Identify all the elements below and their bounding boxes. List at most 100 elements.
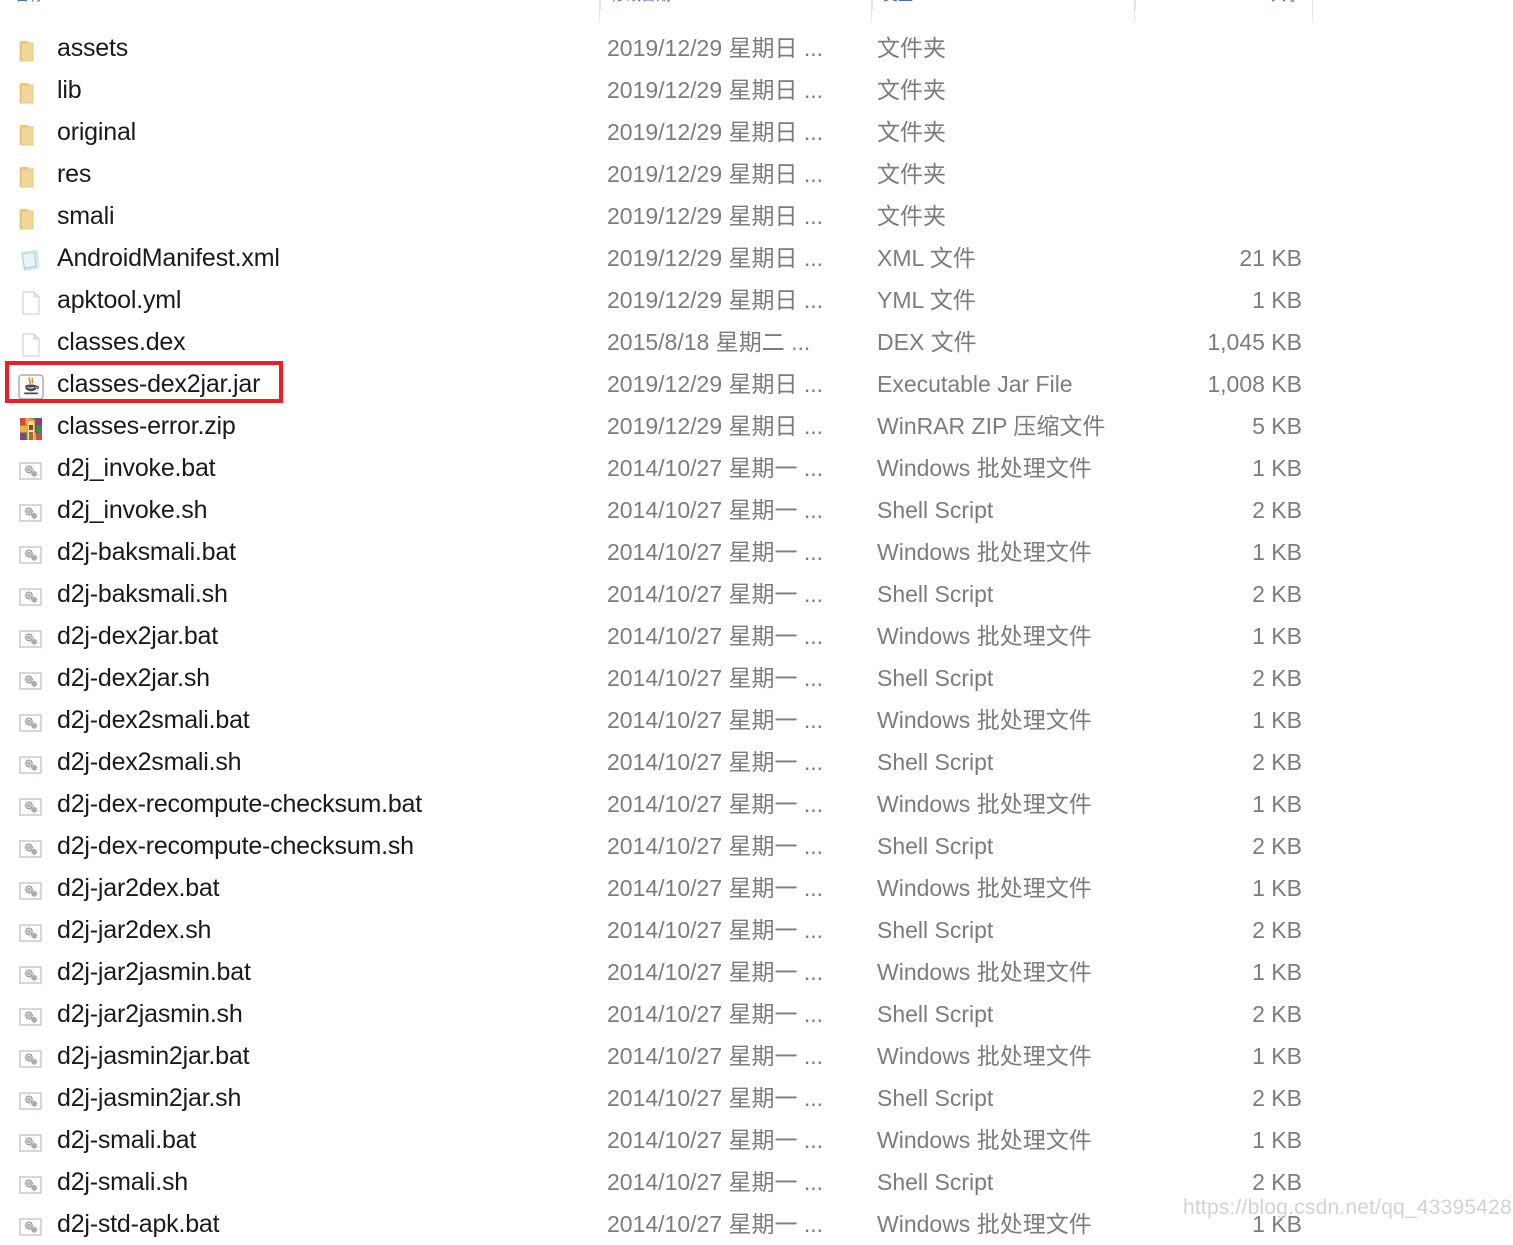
file-type-cell: Shell Script [877, 917, 994, 943]
file-size-cell: 2 KB [1252, 917, 1302, 943]
file-size-cell: 1 KB [1252, 707, 1302, 733]
file-icon-cell [16, 1203, 48, 1245]
file-name-cell[interactable]: classes-dex2jar.jar [57, 363, 592, 405]
file-type-cell: Shell Script [877, 665, 994, 691]
file-row[interactable]: d2j-jasmin2jar.sh 2014/10/27 星期一 ... Shell… [0, 1077, 1513, 1119]
file-name-cell[interactable]: d2j_invoke.sh [57, 489, 592, 531]
file-name-cell[interactable]: d2j-dex-recompute-checksum.bat [57, 783, 592, 825]
file-name-cell[interactable]: d2j-smali.bat [57, 1119, 592, 1161]
file-row[interactable]: d2j-dex2jar.bat 2014/10/27 星期一 ... Windows… [0, 615, 1513, 657]
file-icon-cell [16, 531, 48, 573]
file-row[interactable]: d2j-dex-recompute-checksum.sh 2014/10/27 … [0, 825, 1513, 867]
file-row[interactable]: d2j-baksmali.bat 2014/10/27 星期一 ... Window… [0, 531, 1513, 573]
script-gear-icon [16, 458, 46, 484]
script-gear-icon [16, 1130, 46, 1156]
file-name-cell[interactable]: lib [57, 69, 592, 111]
script-gear-icon [16, 836, 46, 862]
column-divider-type-size[interactable] [1134, 0, 1135, 22]
file-name-cell[interactable]: d2j_invoke.bat [57, 447, 592, 489]
file-size-cell: 5 KB [1252, 413, 1302, 439]
file-row[interactable]: classes-error.zip 2019/12/29 星期日 ... WinRA… [0, 405, 1513, 447]
script-gear-icon [16, 1172, 46, 1198]
file-size-cell: 2 KB [1252, 749, 1302, 775]
file-row[interactable]: assets 2019/12/29 星期日 ... 文件夹 [0, 27, 1513, 69]
file-row[interactable]: classes-dex2jar.jar 2019/12/29 星期日 ... Exe… [0, 363, 1513, 405]
blank-file-icon [16, 332, 46, 358]
file-name-cell[interactable]: d2j-jasmin2jar.sh [57, 1077, 592, 1119]
file-name-cell[interactable]: original [57, 111, 592, 153]
file-name-cell[interactable]: classes-error.zip [57, 405, 592, 447]
column-header-name[interactable]: 名称 [14, 0, 594, 10]
file-name-cell[interactable]: d2j-baksmali.bat [57, 531, 592, 573]
file-row[interactable]: d2j-jar2jasmin.bat 2014/10/27 星期一 ... Wind… [0, 951, 1513, 993]
file-name-cell[interactable]: d2j-dex2jar.sh [57, 657, 592, 699]
file-row[interactable]: AndroidManifest.xml 2019/12/29 星期日 ... XML… [0, 237, 1513, 279]
file-icon-cell [16, 111, 48, 153]
file-name-cell[interactable]: d2j-smali.sh [57, 1161, 592, 1203]
file-row[interactable]: d2j-jar2dex.bat 2014/10/27 星期一 ... Windows… [0, 867, 1513, 909]
file-row[interactable]: d2j-jar2jasmin.sh 2014/10/27 星期一 ... Shell… [0, 993, 1513, 1035]
file-row[interactable]: d2j-jar2dex.sh 2014/10/27 星期一 ... Shell Sc… [0, 909, 1513, 951]
file-size-cell: 1 KB [1252, 1043, 1302, 1069]
file-date-modified-cell: 2014/10/27 星期一 ... [607, 1169, 824, 1195]
file-row[interactable]: smali 2019/12/29 星期日 ... 文件夹 [0, 195, 1513, 237]
file-row[interactable]: d2j-dex2jar.sh 2014/10/27 星期一 ... Shell Sc… [0, 657, 1513, 699]
file-icon-cell [16, 951, 48, 993]
column-divider-size-end[interactable] [1312, 0, 1313, 22]
file-icon-cell [16, 993, 48, 1035]
column-divider-date-type[interactable] [871, 0, 872, 22]
file-name-cell[interactable]: d2j-jar2jasmin.sh [57, 993, 592, 1035]
file-date-modified-cell: 2014/10/27 星期一 ... [607, 665, 824, 691]
file-row[interactable]: d2j_invoke.bat 2014/10/27 星期一 ... Windows … [0, 447, 1513, 489]
file-row[interactable]: d2j-dex2smali.sh 2014/10/27 星期一 ... Shell … [0, 741, 1513, 783]
file-row[interactable]: d2j_invoke.sh 2014/10/27 星期一 ... Shell Scr… [0, 489, 1513, 531]
file-name-cell[interactable]: d2j-jar2dex.bat [57, 867, 592, 909]
file-date-modified-cell: 2014/10/27 星期一 ... [607, 749, 824, 775]
file-row[interactable]: original 2019/12/29 星期日 ... 文件夹 [0, 111, 1513, 153]
file-name-cell[interactable]: d2j-std-apk.bat [57, 1203, 592, 1245]
file-row[interactable]: res 2019/12/29 星期日 ... 文件夹 [0, 153, 1513, 195]
file-date-modified-cell: 2019/12/29 星期日 ... [607, 287, 824, 313]
file-name-cell[interactable]: apktool.yml [57, 279, 592, 321]
file-row[interactable]: apktool.yml 2019/12/29 星期日 ... YML 文件 1 KB [0, 279, 1513, 321]
file-row[interactable]: lib 2019/12/29 星期日 ... 文件夹 [0, 69, 1513, 111]
folder-icon [16, 80, 46, 106]
file-size-cell [1135, 111, 1302, 153]
file-name-cell[interactable]: d2j-dex2jar.bat [57, 615, 592, 657]
file-row[interactable]: d2j-jasmin2jar.bat 2014/10/27 星期一 ... Wind… [0, 1035, 1513, 1077]
column-header-date-modified[interactable]: 修改日期 [600, 0, 870, 10]
file-type-cell: Windows 批处理文件 [877, 959, 1092, 985]
file-name-cell[interactable]: d2j-jasmin2jar.bat [57, 1035, 592, 1077]
file-type-cell: 文件夹 [877, 161, 946, 187]
file-name-cell[interactable]: classes.dex [57, 321, 592, 363]
file-icon-cell [16, 237, 48, 279]
file-row[interactable]: d2j-smali.bat 2014/10/27 星期一 ... Windows 批… [0, 1119, 1513, 1161]
column-header-type[interactable]: 类型 [872, 0, 1130, 10]
file-name-cell[interactable]: assets [57, 27, 592, 69]
file-name-cell[interactable]: d2j-jar2jasmin.bat [57, 951, 592, 993]
file-row[interactable]: classes.dex 2015/8/18 星期二 ... DEX 文件 1,045 … [0, 321, 1513, 363]
file-row[interactable]: d2j-baksmali.sh 2014/10/27 星期一 ... Shell S… [0, 573, 1513, 615]
script-gear-icon [16, 1214, 46, 1240]
file-row[interactable]: d2j-dex-recompute-checksum.bat 2014/10/27… [0, 783, 1513, 825]
file-date-modified-cell: 2014/10/27 星期一 ... [607, 1085, 824, 1111]
file-name-cell[interactable]: AndroidManifest.xml [57, 237, 592, 279]
file-type-cell: 文件夹 [877, 119, 946, 145]
file-icon-cell [16, 27, 48, 69]
file-size-cell [1135, 27, 1302, 69]
script-gear-icon [16, 1088, 46, 1114]
file-name-cell[interactable]: d2j-dex2smali.bat [57, 699, 592, 741]
file-date-modified-cell: 2019/12/29 星期日 ... [607, 245, 824, 271]
file-name-cell[interactable]: d2j-dex2smali.sh [57, 741, 592, 783]
file-size-cell: 2 KB [1252, 665, 1302, 691]
file-name-cell[interactable]: res [57, 153, 592, 195]
file-name-cell[interactable]: d2j-dex-recompute-checksum.sh [57, 825, 592, 867]
file-icon-cell [16, 657, 48, 699]
file-name-cell[interactable]: smali [57, 195, 592, 237]
column-header-size[interactable]: 大小 [1135, 0, 1313, 10]
script-gear-icon [16, 626, 46, 652]
file-name-cell[interactable]: d2j-jar2dex.sh [57, 909, 592, 951]
column-divider-name-date[interactable] [599, 0, 600, 22]
file-row[interactable]: d2j-dex2smali.bat 2014/10/27 星期一 ... Windo… [0, 699, 1513, 741]
file-name-cell[interactable]: d2j-baksmali.sh [57, 573, 592, 615]
